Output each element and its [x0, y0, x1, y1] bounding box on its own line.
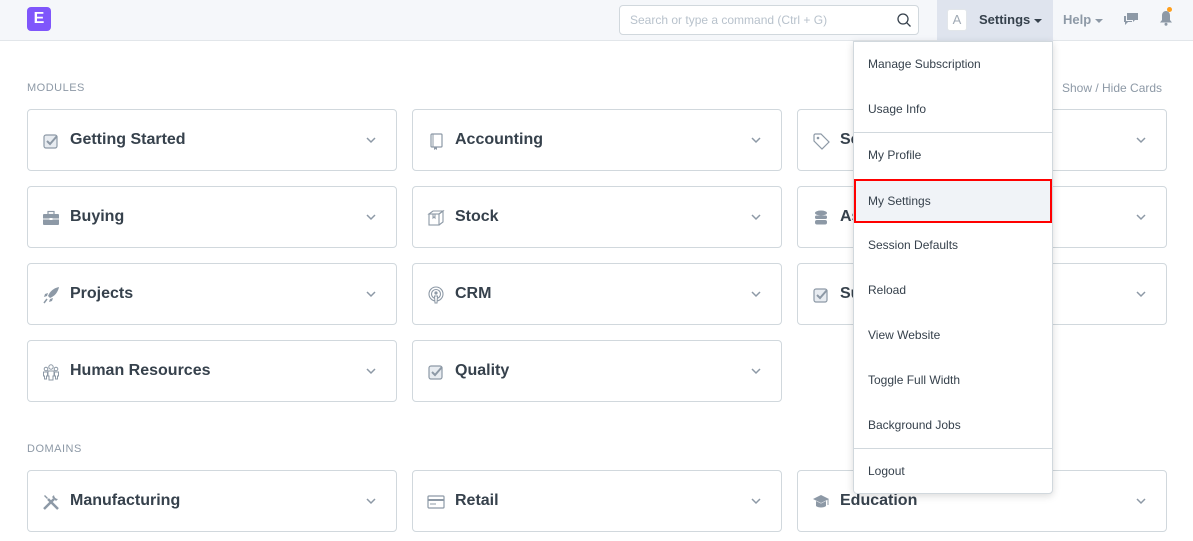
menu-item-background-jobs[interactable]: Background Jobs: [854, 403, 1052, 447]
show-hide-cards-link[interactable]: Show / Hide Cards: [1062, 81, 1162, 95]
module-card-crm[interactable]: CRM: [412, 263, 782, 325]
card-label: Stock: [455, 208, 499, 225]
search-box: [619, 5, 919, 35]
caret-down-icon: [1034, 18, 1043, 23]
menu-item-my-profile[interactable]: My Profile: [854, 133, 1052, 177]
chevron-down-icon[interactable]: [751, 290, 761, 298]
chat-icon[interactable]: [1123, 12, 1139, 26]
people-icon: [43, 364, 59, 381]
module-card-stock[interactable]: Stock: [412, 186, 782, 248]
caret-down-icon: [1095, 18, 1104, 23]
settings-label: Settings: [979, 12, 1043, 27]
menu-item-my-settings[interactable]: My Settings: [854, 179, 1052, 223]
briefcase-icon: [43, 210, 59, 225]
card-label: Accounting: [455, 131, 543, 148]
menu-item-logout[interactable]: Logout: [854, 449, 1052, 493]
card-label: Quality: [455, 362, 510, 379]
chevron-down-icon[interactable]: [366, 367, 376, 375]
module-card-getting-started[interactable]: Getting Started: [27, 109, 397, 171]
module-card-accounting[interactable]: Accounting: [412, 109, 782, 171]
tools-icon: [43, 495, 59, 510]
chevron-down-icon[interactable]: [751, 367, 761, 375]
card-icon: [427, 495, 445, 509]
settings-dropdown-menu: Manage Subscription Usage Info My Profil…: [853, 41, 1053, 494]
menu-item-reload[interactable]: Reload: [854, 268, 1052, 312]
chevron-down-icon[interactable]: [366, 497, 376, 505]
chevron-down-icon[interactable]: [751, 213, 761, 221]
card-label: CRM: [455, 285, 492, 302]
menu-item-manage-subscription[interactable]: Manage Subscription: [854, 42, 1052, 86]
chevron-down-icon[interactable]: [751, 136, 761, 144]
database-icon: [815, 210, 827, 225]
graduation-cap-icon: [813, 495, 829, 508]
book-icon: [430, 133, 443, 150]
card-label: Buying: [70, 208, 125, 225]
module-card-human-resources[interactable]: Human Resources: [27, 340, 397, 402]
domain-card-retail[interactable]: Retail: [412, 470, 782, 532]
domains-heading: DOMAINS: [27, 443, 82, 455]
chevron-down-icon[interactable]: [366, 213, 376, 221]
menu-item-usage-info[interactable]: Usage Info: [854, 87, 1052, 131]
module-card-projects[interactable]: Projects: [27, 263, 397, 325]
settings-dropdown-toggle[interactable]: A Settings: [937, 0, 1053, 41]
avatar: A: [947, 9, 967, 31]
checkbox-icon: [428, 365, 443, 380]
search-input[interactable]: [620, 6, 880, 34]
card-label: Education: [840, 492, 918, 509]
chevron-down-icon[interactable]: [1136, 136, 1146, 144]
module-card-buying[interactable]: Buying: [27, 186, 397, 248]
chevron-down-icon[interactable]: [366, 290, 376, 298]
tag-icon: [813, 133, 830, 150]
card-label: Getting Started: [70, 131, 186, 148]
menu-item-session-defaults[interactable]: Session Defaults: [854, 223, 1052, 267]
menu-item-toggle-full-width[interactable]: Toggle Full Width: [854, 358, 1052, 402]
chevron-down-icon[interactable]: [1136, 290, 1146, 298]
chevron-down-icon[interactable]: [366, 136, 376, 144]
menu-item-view-website[interactable]: View Website: [854, 313, 1052, 357]
checkbox-icon: [43, 134, 58, 149]
card-label: Retail: [455, 492, 499, 509]
app-logo[interactable]: E: [27, 7, 51, 31]
checkbox-icon: [813, 288, 828, 303]
module-card-quality[interactable]: Quality: [412, 340, 782, 402]
chevron-down-icon[interactable]: [1136, 497, 1146, 505]
card-label: Projects: [70, 285, 134, 302]
navbar: E A Settings Help: [0, 0, 1193, 41]
notification-dot: [1167, 7, 1172, 12]
card-label: Manufacturing: [70, 492, 181, 509]
rocket-icon: [43, 287, 59, 304]
modules-heading: MODULES: [27, 82, 85, 94]
search-icon[interactable]: [896, 12, 912, 28]
broadcast-icon: [428, 286, 444, 304]
box-icon: [427, 209, 445, 226]
help-dropdown-toggle[interactable]: Help: [1063, 12, 1104, 27]
bell-icon[interactable]: [1159, 10, 1173, 26]
help-text: Help: [1063, 12, 1092, 27]
domain-card-manufacturing[interactable]: Manufacturing: [27, 470, 397, 532]
chevron-down-icon[interactable]: [751, 497, 761, 505]
settings-text: Settings: [979, 12, 1031, 27]
card-label: Human Resources: [70, 362, 211, 379]
chevron-down-icon[interactable]: [1136, 213, 1146, 221]
